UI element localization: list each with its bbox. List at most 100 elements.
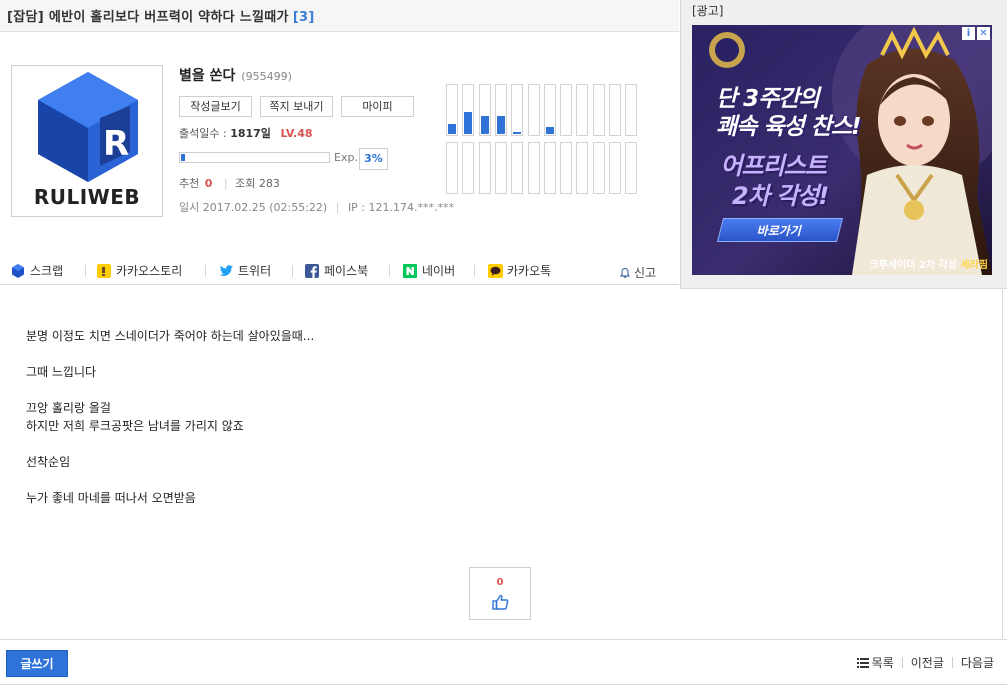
post-title-bar: [잡담] 에반이 홀리보다 버프력이 약하다 느낄때가 [3] (0, 0, 679, 32)
share-kakaostory[interactable]: 카카오스토리 (97, 262, 182, 279)
recommend-count: 0 (204, 177, 213, 190)
activity-bar (481, 116, 489, 134)
recommend-label: 추천 (179, 177, 200, 190)
post-footer-bar: 글쓰기 목록 이전글 다음글 (0, 639, 1007, 685)
share-kakaotalk[interactable]: 카카오톡 (488, 262, 551, 279)
post-line (26, 435, 966, 453)
activity-cell (446, 84, 458, 136)
author-avatar: R RULIWEB (11, 65, 163, 217)
activity-cell (495, 142, 507, 194)
send-message-button[interactable]: 쪽지 보내기 (260, 96, 333, 117)
naver-icon (403, 263, 417, 278)
activity-cell (511, 84, 523, 136)
attendance-label: 출석일수 : (179, 127, 227, 140)
activity-bar (448, 124, 456, 134)
activity-bar (546, 127, 554, 134)
exp-label: Exp. (334, 151, 358, 164)
post-line: 누가 좋네 마네를 떠나서 오면받음 (26, 491, 196, 505)
kakaotalk-icon (488, 263, 503, 278)
exp-progress-bar (179, 152, 330, 163)
activity-bar (513, 132, 521, 134)
author-name[interactable]: 별을 쏜다 (955499) (179, 65, 292, 85)
report-button[interactable]: 신고 (619, 264, 656, 281)
activity-cell (479, 142, 491, 194)
activity-cell (576, 84, 588, 136)
logo-wordmark: RULIWEB (33, 185, 141, 209)
activity-cell (495, 84, 507, 136)
comment-count[interactable]: [3] (293, 10, 315, 25)
prev-post-button[interactable]: 이전글 (911, 654, 944, 671)
post-title: [잡담] 에반이 홀리보다 버프력이 약하다 느낄때가 [3] (7, 10, 315, 25)
activity-cell (479, 84, 491, 136)
activity-cell (462, 84, 474, 136)
thumbs-up-icon (492, 594, 509, 610)
like-count: 0 (496, 577, 504, 588)
post-line: 그때 느낍니다 (26, 365, 97, 379)
activity-cell (544, 142, 556, 194)
post-line (26, 471, 966, 489)
author-action-buttons: 작성글보기 쪽지 보내기 마이피 (179, 96, 414, 117)
activity-cell (462, 142, 474, 194)
post-line: 분명 이정도 치면 스네이더가 죽어야 하는데 살아있을때... (26, 329, 315, 343)
bell-icon (619, 267, 631, 278)
twitter-icon (219, 264, 233, 278)
ad-footer-text: 크루세이더 2차 각성 세라핌 (869, 260, 988, 271)
activity-cell (528, 84, 540, 136)
activity-cell (625, 84, 637, 136)
like-button[interactable]: 0 (469, 567, 531, 620)
activity-cell (511, 142, 523, 194)
posted-label: 일시 (179, 201, 200, 214)
attendance-info: 출석일수 : 1817일 LV.48 (179, 125, 313, 141)
activity-graph (446, 84, 637, 196)
activity-cell (560, 84, 572, 136)
facebook-icon (305, 263, 319, 278)
share-twitter[interactable]: 트위터 (219, 262, 271, 279)
activity-bar (464, 112, 472, 134)
ad-panel: [광고] i ✕ 단 3주간의 쾌속 육성 찬스! 어프리스트 2차 각성! 바… (680, 0, 1007, 289)
share-naver[interactable]: 네이버 (403, 262, 455, 279)
post-line: 선착순임 (26, 455, 71, 469)
post-line (26, 381, 966, 399)
activity-cell (446, 142, 458, 194)
activity-cell (544, 84, 556, 136)
next-post-button[interactable]: 다음글 (961, 654, 994, 671)
share-facebook[interactable]: 페이스북 (305, 262, 368, 279)
activity-cell (609, 84, 621, 136)
activity-cell (528, 142, 540, 194)
posted-datetime: 2017.02.25 (02:55:22) (202, 201, 328, 214)
ad-banner[interactable]: i ✕ 단 3주간의 쾌속 육성 찬스! 어프리스트 2차 각성! 바로가기 크… (692, 25, 992, 275)
activity-bar (497, 116, 505, 134)
post-line (26, 345, 966, 363)
ad-info-icon[interactable]: i (962, 27, 975, 40)
scrap-icon (11, 263, 25, 278)
post-line: 끄앙 홀리랑 올걸 (26, 401, 111, 415)
write-button[interactable]: 글쓰기 (6, 650, 68, 677)
ad-subheadline: 어프리스트 2차 각성! (720, 152, 829, 210)
list-button[interactable]: 목록 (856, 654, 894, 671)
activity-cell (593, 84, 605, 136)
mypi-button[interactable]: 마이피 (341, 96, 414, 117)
ad-controls: i ✕ (962, 27, 990, 40)
kakaostory-icon (97, 263, 111, 278)
author-id: (955499) (241, 70, 292, 83)
views-count: 283 (258, 177, 280, 190)
activity-cell (576, 142, 588, 194)
activity-cell (609, 142, 621, 194)
share-scrap[interactable]: 스크랩 (11, 262, 63, 279)
post-line: 하지만 저희 루크공팟은 남녀를 가리지 않죠 (26, 419, 244, 433)
list-icon (856, 657, 869, 668)
ad-cta-button[interactable]: 바로가기 (717, 218, 843, 242)
share-bar: 스크랩 카카오스토리 트위터 페이스북 네이버 카카오톡 신고 (0, 255, 679, 285)
view-posts-button[interactable]: 작성글보기 (179, 96, 252, 117)
views-label: 조회 (235, 177, 256, 190)
exp-percent: 3% (359, 148, 388, 170)
ruliweb-logo-icon: R (38, 72, 138, 182)
ip-label: IP : (347, 201, 366, 214)
ad-headline: 단 3주간의 쾌속 육성 찬스! (716, 86, 861, 140)
ad-close-icon[interactable]: ✕ (977, 27, 990, 40)
activity-cell (560, 142, 572, 194)
post-body: 분명 이정도 치면 스네이더가 죽어야 하는데 살아있을때... 그때 느낍니다… (26, 327, 966, 507)
svg-text:R: R (103, 124, 129, 164)
ip-address: 121.174.***.*** (368, 201, 455, 214)
ad-label: [광고] (692, 4, 724, 18)
